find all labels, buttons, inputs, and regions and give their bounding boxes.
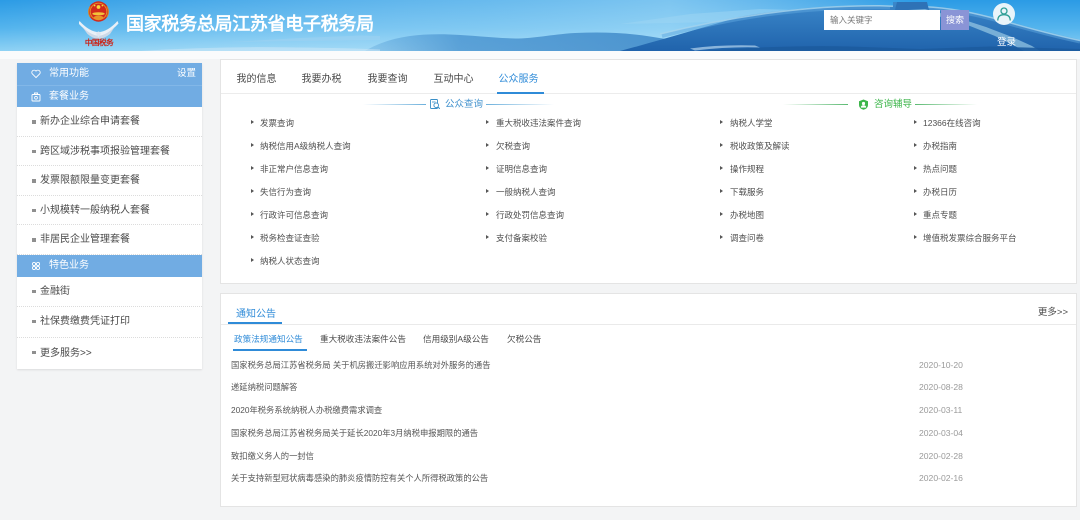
svg-text:中国税务: 中国税务 bbox=[85, 37, 114, 47]
